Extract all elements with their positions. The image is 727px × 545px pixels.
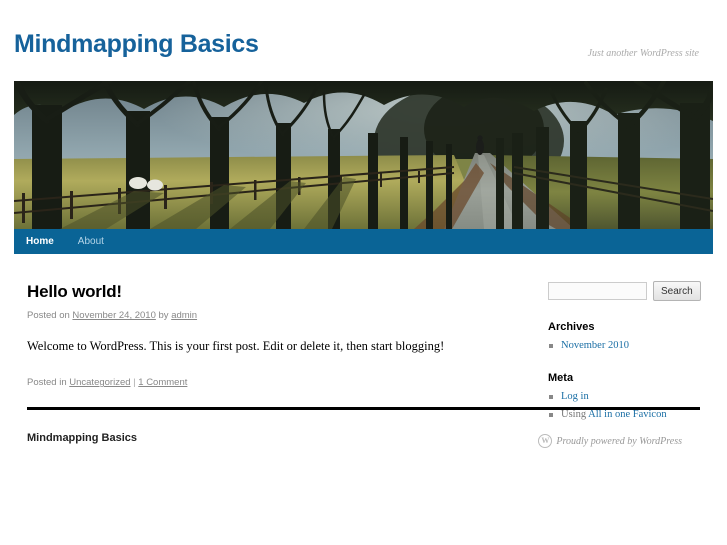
nav-link-home[interactable]: Home	[14, 229, 66, 254]
post-title[interactable]: Hello world!	[27, 282, 487, 302]
nav-item-home[interactable]: Home	[14, 229, 66, 254]
meta-login-link[interactable]: Log in	[561, 391, 589, 402]
archive-link-november-2010[interactable]: November 2010	[561, 340, 629, 351]
tree-lined-path-photo	[14, 81, 713, 229]
header-banner-image	[14, 81, 713, 229]
post-category-link[interactable]: Uncategorized	[69, 377, 130, 388]
site-branding: Mindmapping Basics Just another WordPres…	[14, 0, 713, 82]
nav-item-about[interactable]: About	[66, 229, 116, 254]
page-container: Mindmapping Basics Just another WordPres…	[14, 0, 713, 545]
search-form: Search	[548, 281, 701, 302]
search-widget: Search	[548, 281, 701, 302]
wordpress-credit-text: Proudly powered by WordPress	[556, 435, 682, 447]
post-article: Hello world! Posted on November 24, 2010…	[27, 282, 487, 388]
site-tagline: Just another WordPress site	[587, 48, 699, 59]
post-comments-link[interactable]: 1 Comment	[138, 377, 187, 388]
meta-title: Meta	[548, 372, 574, 385]
post-date-link[interactable]: November 24, 2010	[72, 310, 155, 321]
colophon: Mindmapping Basics W Proudly powered by …	[27, 410, 713, 450]
wordpress-credit-link[interactable]: W Proudly powered by WordPress	[538, 434, 682, 448]
archives-title: Archives	[548, 321, 595, 333]
footer-site-title[interactable]: Mindmapping Basics	[27, 432, 137, 444]
post-content-paragraph: Welcome to WordPress. This is your first…	[27, 339, 445, 354]
archives-widget: Archives November 2010	[548, 321, 700, 353]
browser-viewport: Mindmapping Basics Just another WordPres…	[0, 0, 727, 545]
search-button[interactable]: Search	[653, 281, 701, 301]
post-meta: Posted on November 24, 2010 by admin	[27, 310, 487, 321]
post-author-link[interactable]: admin	[171, 310, 197, 321]
post-container: Hello world! Posted on November 24, 2010…	[27, 254, 487, 388]
site-footer: Mindmapping Basics W Proudly powered by …	[27, 407, 713, 450]
primary-navigation[interactable]: Home About	[14, 229, 713, 254]
post-utility: Posted in Uncategorized | 1 Comment	[27, 377, 487, 388]
archives-list: November 2010	[548, 339, 700, 353]
post-meta-posted-on: Posted on	[27, 310, 73, 322]
post-content: Welcome to WordPress. This is your first…	[27, 337, 487, 356]
nav-list: Home About	[14, 229, 713, 254]
site-title[interactable]: Mindmapping Basics	[14, 30, 259, 59]
post-meta-by: by	[155, 310, 172, 322]
wordpress-logo-icon: W	[538, 434, 553, 448]
list-item[interactable]: November 2010	[548, 339, 700, 353]
search-input[interactable]	[548, 282, 647, 300]
list-item[interactable]: Log in	[548, 390, 700, 404]
sidebar: Search Archives November 2010 Meta Log i…	[548, 254, 701, 427]
nav-link-about[interactable]: About	[66, 229, 116, 254]
post-utility-posted-in: Posted in	[27, 377, 70, 389]
